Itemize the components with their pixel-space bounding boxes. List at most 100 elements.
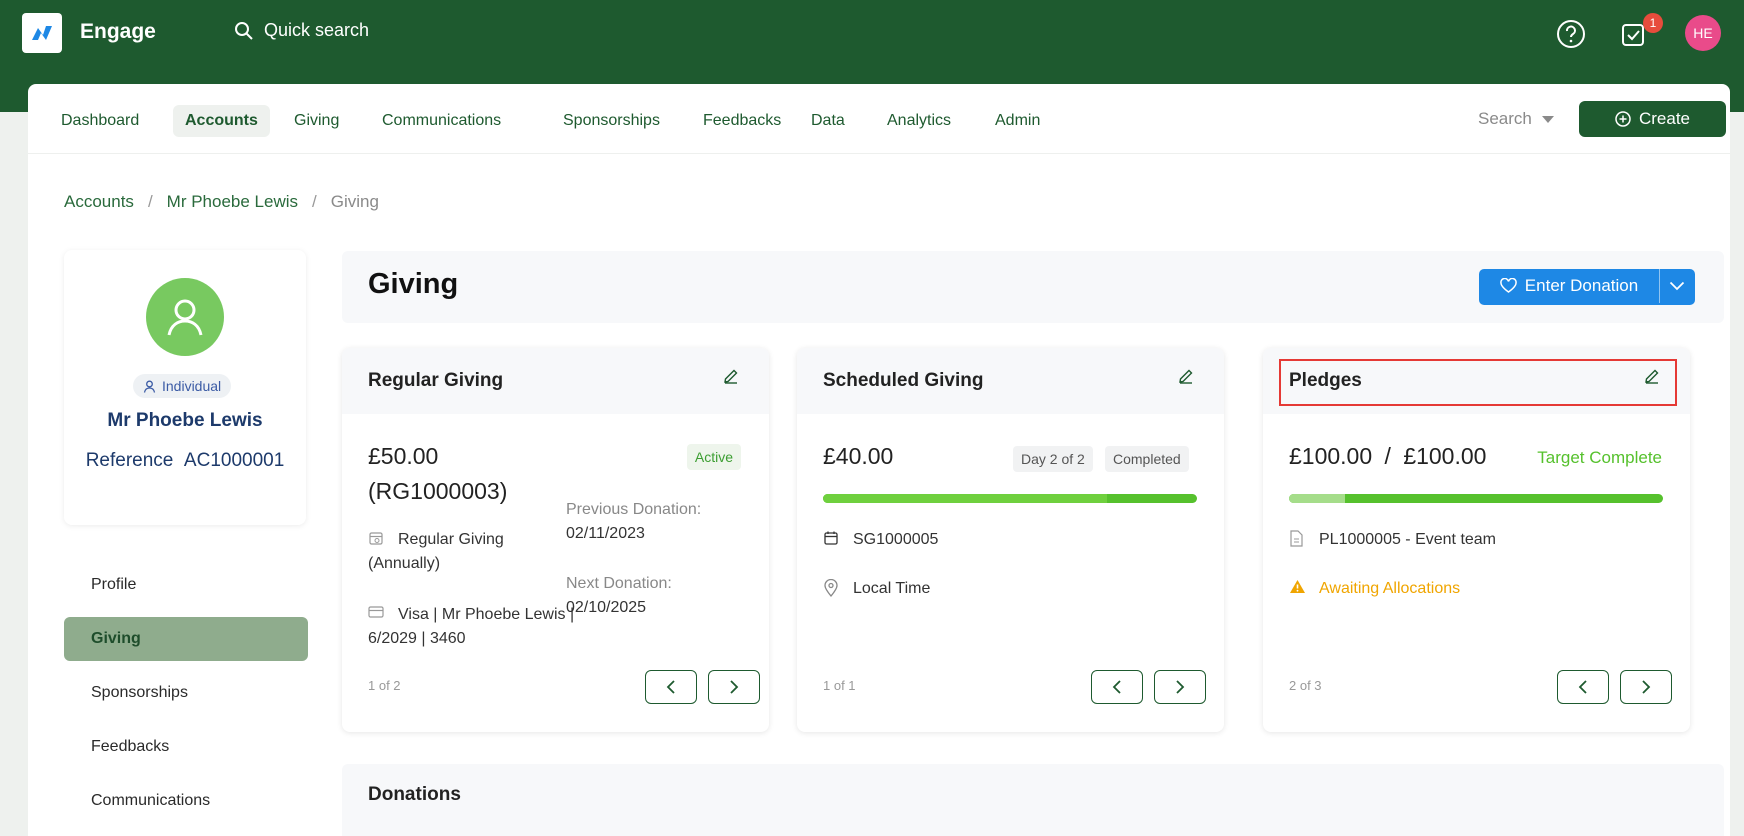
sidebar-item-profile[interactable]: Profile: [64, 563, 308, 607]
nav-communications[interactable]: Communications: [370, 105, 513, 137]
main-nav: Dashboard Accounts Giving Communications…: [28, 84, 1730, 154]
frequency-line2: (Annually): [368, 555, 441, 572]
card-title: Scheduled Giving: [823, 370, 984, 391]
account-type-badge: Individual: [133, 374, 232, 398]
next-button[interactable]: [1620, 670, 1672, 704]
donations-section: Donations: [342, 764, 1724, 836]
app-logo[interactable]: [22, 13, 62, 53]
brand-name: Engage: [80, 20, 156, 43]
pager-text: 1 of 1: [823, 678, 856, 693]
person-icon: [167, 299, 203, 336]
sidebar-item-giving[interactable]: Giving: [64, 617, 308, 661]
next-donation-date: 02/10/2025: [566, 599, 647, 616]
next-button[interactable]: [708, 670, 760, 704]
progress-fill: [1289, 494, 1346, 503]
previous-button[interactable]: [645, 670, 697, 704]
highlight-box: [1279, 359, 1677, 406]
enter-donation-split-button: Enter Donation: [1479, 269, 1695, 305]
schedule-reference: SG1000005: [853, 531, 939, 548]
status-badge: Completed: [1105, 446, 1189, 472]
regular-giving-card: Regular Giving £50.00 (RG1000003) Active…: [342, 348, 769, 732]
previous-donation-label: Previous Donation:: [566, 501, 702, 518]
next-button[interactable]: [1154, 670, 1206, 704]
quick-search[interactable]: Quick search: [234, 20, 369, 41]
enter-donation-label: Enter Donation: [1524, 276, 1639, 295]
warning-text: Awaiting Allocations: [1319, 580, 1461, 597]
timezone: Local Time: [853, 580, 931, 597]
profile-name: Mr Phoebe Lewis: [107, 410, 263, 431]
donations-title: Donations: [368, 784, 461, 805]
payment-line1: Visa | Mr Phoebe Lewis |: [398, 606, 575, 623]
day-badge: Day 2 of 2: [1013, 446, 1093, 472]
progress-bar: [823, 494, 1197, 503]
quick-search-label: Quick search: [264, 20, 370, 40]
user-avatar[interactable]: HE: [1685, 15, 1721, 51]
reference-value: AC1000001: [183, 450, 285, 471]
help-button[interactable]: [1554, 17, 1588, 51]
edit-button[interactable]: [1178, 368, 1194, 389]
sidebar-item-sponsorships[interactable]: Sponsorships: [64, 671, 308, 715]
previous-donation-date: 02/11/2023: [566, 525, 645, 542]
pager-text: 2 of 3: [1289, 678, 1322, 693]
pencil-icon: [724, 369, 738, 384]
progress-fill: [823, 494, 1108, 503]
chevron-right-icon: [1176, 680, 1185, 694]
nav-data[interactable]: Data: [799, 105, 857, 137]
person-small-icon: [143, 380, 156, 393]
nav-giving[interactable]: Giving: [282, 105, 351, 137]
breadcrumb-separator: /: [147, 192, 153, 211]
edit-button[interactable]: [723, 368, 739, 389]
calendar-icon: [369, 532, 383, 545]
nav-search-label: Search: [1478, 109, 1532, 128]
warning-icon: [1290, 580, 1305, 593]
nav-accounts[interactable]: Accounts: [173, 105, 270, 137]
breadcrumb-accounts[interactable]: Accounts: [64, 192, 134, 212]
profile-reference: Reference AC1000001: [64, 450, 306, 472]
previous-button[interactable]: [1091, 670, 1143, 704]
scheduled-giving-card: Scheduled Giving £40.00 Day 2 of 2 Compl…: [797, 348, 1224, 732]
next-donation-label: Next Donation:: [566, 575, 672, 592]
enter-donation-dropdown[interactable]: [1659, 269, 1693, 303]
chevron-down-icon: [1669, 281, 1684, 291]
sidebar-item-communications[interactable]: Communications: [64, 779, 308, 823]
status-badge: Active: [686, 444, 741, 470]
caret-down-icon: [1541, 115, 1554, 123]
card-title: Regular Giving: [368, 370, 504, 391]
reference-label: Reference: [85, 450, 174, 471]
profile-avatar: [146, 278, 224, 356]
nav-sponsorships[interactable]: Sponsorships: [551, 105, 672, 137]
heart-icon: [1500, 278, 1517, 293]
pencil-icon: [1179, 369, 1193, 384]
nav-analytics[interactable]: Analytics: [875, 105, 963, 137]
card-header: Scheduled Giving: [797, 348, 1224, 414]
search-icon: [235, 21, 253, 40]
enter-donation-button[interactable]: Enter Donation: [1479, 269, 1659, 303]
chevron-right-icon: [1642, 680, 1651, 694]
frequency-line1: Regular Giving: [398, 531, 504, 548]
chevron-right-icon: [730, 680, 739, 694]
main-panel: Dashboard Accounts Giving Communications…: [28, 84, 1730, 836]
payment-line2: 6/2029 | 3460: [368, 630, 466, 647]
nav-search-dropdown[interactable]: Search: [1478, 109, 1554, 129]
amount-separator: /: [1384, 443, 1391, 469]
notification-badge: 1: [1643, 13, 1663, 33]
amount: £40.00: [823, 443, 894, 469]
breadcrumb-account-name[interactable]: Mr Phoebe Lewis: [167, 192, 298, 212]
create-button[interactable]: Create: [1579, 101, 1726, 137]
calendar-clock-icon: [824, 531, 838, 545]
plus-circle-icon: [1615, 111, 1631, 127]
reference: (RG1000003): [368, 478, 508, 504]
giving-header: Giving Enter Donation: [342, 251, 1724, 323]
nav-dashboard[interactable]: Dashboard: [49, 105, 151, 137]
previous-button[interactable]: [1557, 670, 1609, 704]
engage-logo-icon: [32, 26, 52, 40]
nav-admin[interactable]: Admin: [983, 105, 1052, 137]
progress-bar: [1289, 494, 1663, 503]
chevron-left-icon: [1578, 680, 1587, 694]
nav-feedbacks[interactable]: Feedbacks: [691, 105, 793, 137]
location-pin-icon: [824, 579, 838, 597]
sidebar-item-feedbacks[interactable]: Feedbacks: [64, 725, 308, 769]
chevron-left-icon: [666, 680, 675, 694]
status-text: Target Complete: [1537, 448, 1662, 467]
breadcrumb-current: Giving: [330, 192, 379, 211]
